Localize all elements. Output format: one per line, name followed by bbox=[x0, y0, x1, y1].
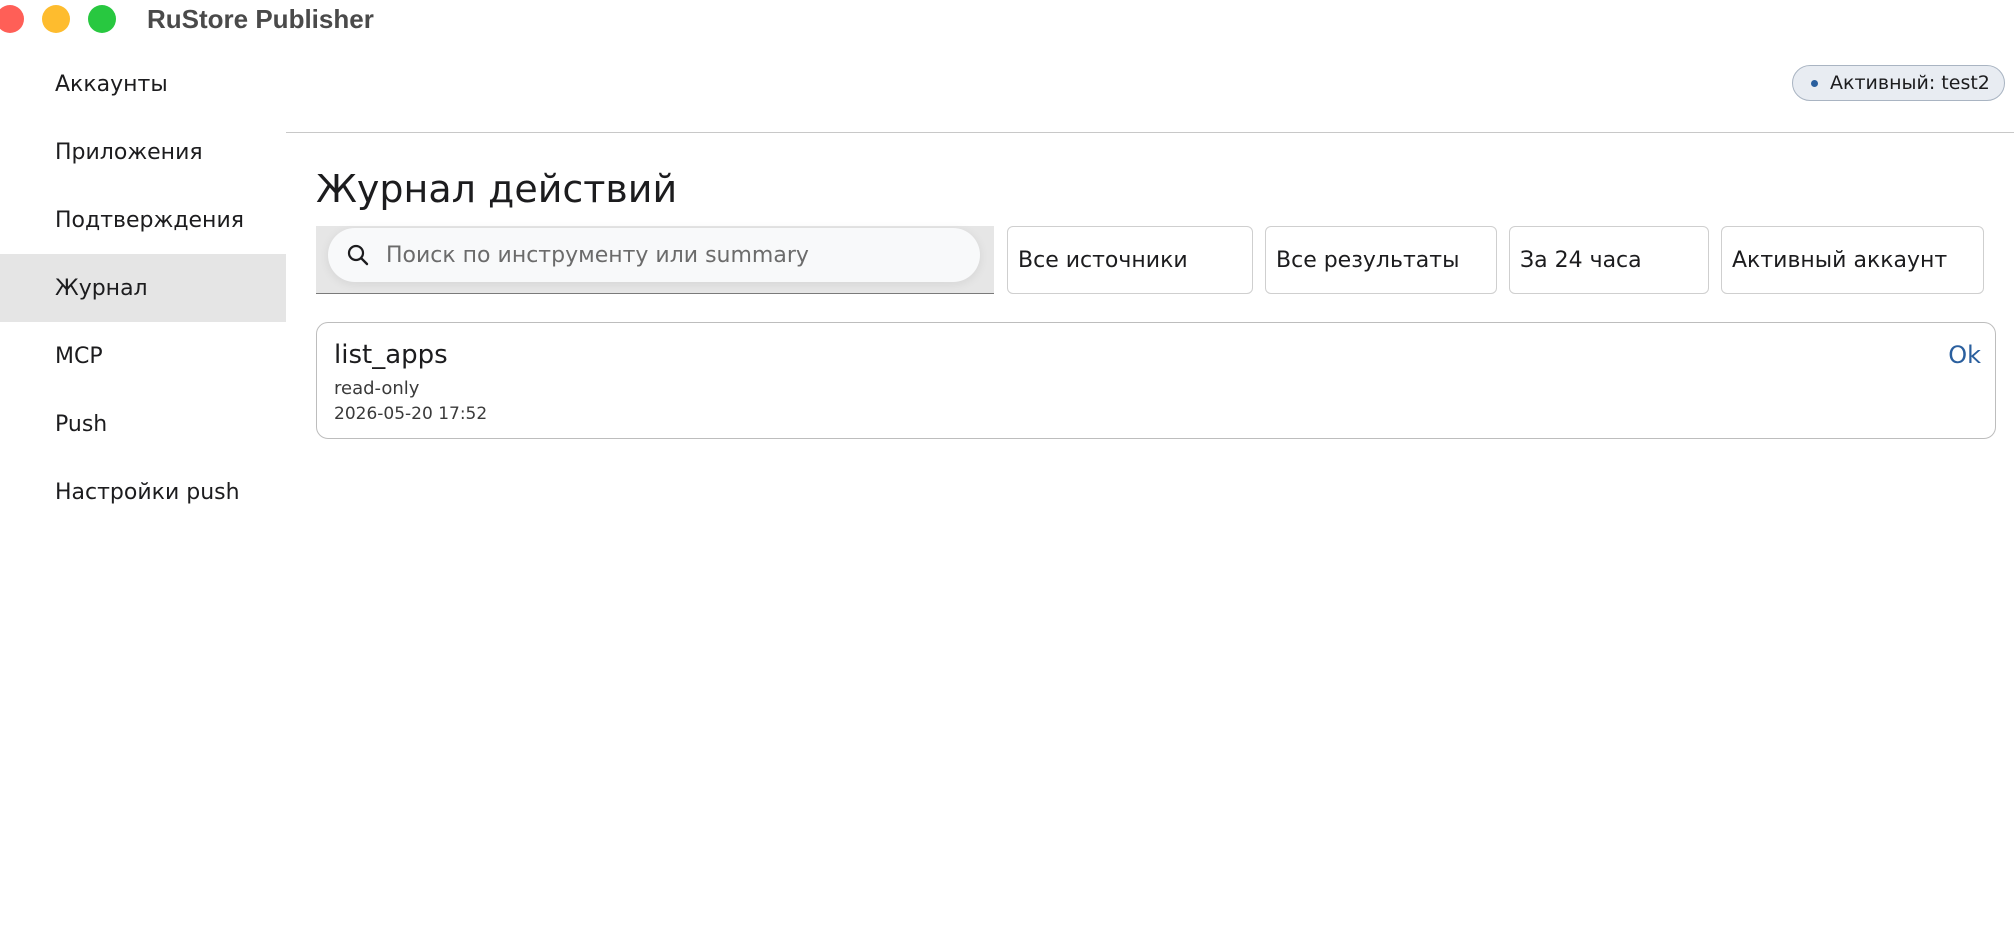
filter-period-label: За 24 часа bbox=[1520, 247, 1642, 273]
minimize-window-button[interactable] bbox=[42, 5, 70, 33]
maximize-window-button[interactable] bbox=[88, 5, 116, 33]
close-window-button[interactable] bbox=[0, 5, 24, 33]
sidebar-item-confirmations[interactable]: Подтверждения bbox=[0, 186, 286, 254]
sidebar-item-accounts[interactable]: Аккаунты bbox=[0, 50, 286, 118]
active-account-badge[interactable]: Активный: test2 bbox=[1792, 65, 2005, 101]
filter-results-label: Все результаты bbox=[1276, 247, 1460, 273]
sidebar-item-journal[interactable]: Журнал bbox=[0, 254, 286, 322]
sidebar: Аккаунты Приложения Подтверждения Журнал… bbox=[0, 50, 286, 526]
log-entry-card[interactable]: list_apps read-only 2026-05-20 17:52 Ok bbox=[316, 322, 1996, 439]
search-icon bbox=[344, 241, 372, 269]
sidebar-item-label: Аккаунты bbox=[55, 71, 168, 97]
filter-sources-label: Все источники bbox=[1018, 247, 1188, 273]
active-account-label: Активный: test2 bbox=[1830, 72, 1990, 94]
sidebar-item-apps[interactable]: Приложения bbox=[0, 118, 286, 186]
title-bar: RuStore Publisher bbox=[0, 0, 2014, 38]
filter-results-select[interactable]: Все результаты bbox=[1265, 226, 1497, 294]
filter-account-label: Активный аккаунт bbox=[1732, 247, 1948, 273]
app-title: RuStore Publisher bbox=[147, 4, 374, 34]
log-entry-timestamp: 2026-05-20 17:52 bbox=[334, 404, 488, 424]
app-window: RuStore Publisher Аккаунты Приложения По… bbox=[0, 0, 2014, 950]
filter-period-select[interactable]: За 24 часа bbox=[1509, 226, 1709, 294]
search-box[interactable] bbox=[328, 228, 980, 282]
sidebar-item-push-settings[interactable]: Настройки push bbox=[0, 458, 286, 526]
search-input[interactable] bbox=[384, 241, 948, 269]
status-dot-icon bbox=[1811, 79, 1818, 87]
sidebar-item-push[interactable]: Push bbox=[0, 390, 286, 458]
sidebar-item-label: Подтверждения bbox=[55, 207, 244, 233]
log-entry-tool: list_apps bbox=[334, 340, 448, 370]
sidebar-item-label: Приложения bbox=[55, 139, 203, 165]
filter-sources-select[interactable]: Все источники bbox=[1007, 226, 1253, 294]
sidebar-item-mcp[interactable]: MCP bbox=[0, 322, 286, 390]
sidebar-item-label: MCP bbox=[55, 343, 103, 369]
filter-account-select[interactable]: Активный аккаунт bbox=[1721, 226, 1984, 294]
search-container bbox=[316, 226, 994, 294]
sidebar-item-label: Настройки push bbox=[55, 479, 240, 505]
sidebar-item-label: Журнал bbox=[55, 275, 148, 301]
header-divider bbox=[286, 132, 2014, 133]
sidebar-item-label: Push bbox=[55, 411, 108, 437]
page-title: Журнал действий bbox=[316, 167, 678, 211]
log-entry-mode: read-only bbox=[334, 378, 420, 399]
log-entry-status: Ok bbox=[1948, 341, 1981, 369]
